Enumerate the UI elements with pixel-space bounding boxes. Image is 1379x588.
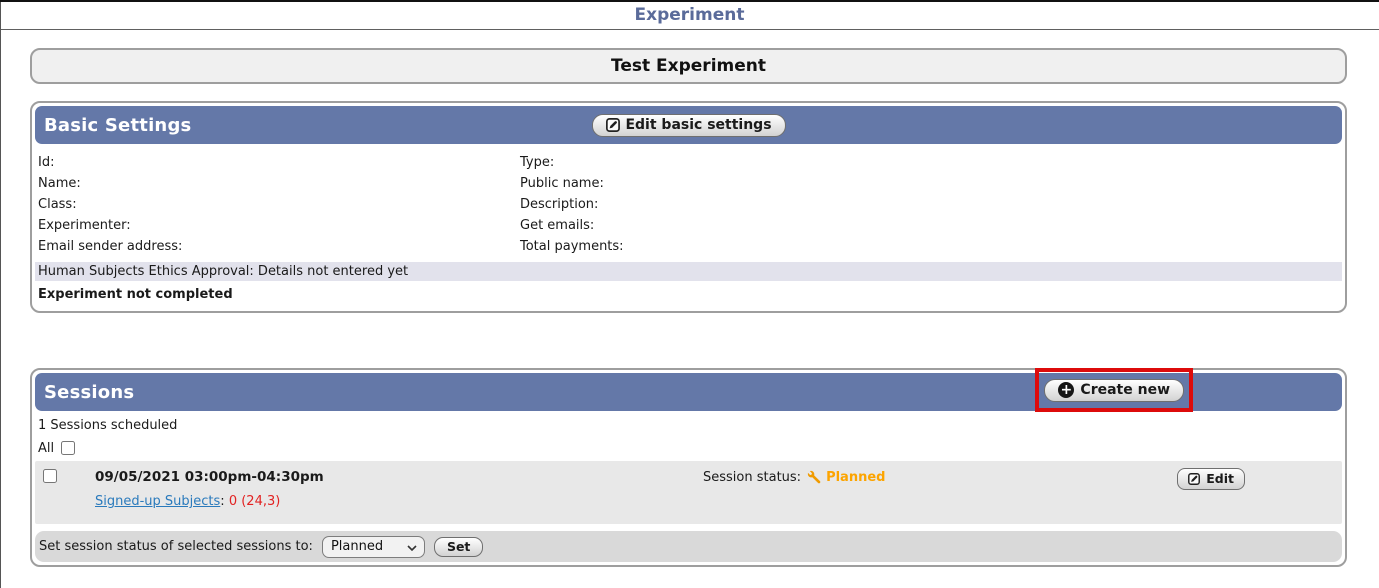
session-status: Session status: Planned bbox=[703, 470, 885, 485]
ethics-approval-note: Human Subjects Ethics Approval: Details … bbox=[35, 262, 1342, 281]
plus-circle-icon: + bbox=[1058, 382, 1074, 398]
basic-settings-fields: Id: Type: Name: Public name: Class: Desc… bbox=[35, 152, 1342, 257]
experiment-name: Test Experiment bbox=[611, 56, 766, 76]
field-label-experimenter: Experimenter: bbox=[35, 215, 517, 236]
completion-status: Experiment not completed bbox=[35, 287, 1342, 302]
edit-session-button[interactable]: Edit bbox=[1177, 468, 1245, 490]
field-label-id: Id: bbox=[35, 152, 517, 173]
session-checkbox[interactable] bbox=[43, 469, 57, 483]
set-button[interactable]: Set bbox=[434, 537, 483, 557]
session-status-value: Planned bbox=[826, 470, 885, 485]
signed-up-separator: : bbox=[220, 494, 224, 509]
edit-icon bbox=[605, 118, 619, 132]
create-new-highlight: + Create new bbox=[1035, 368, 1193, 412]
basic-settings-panel: Basic Settings Edit basic settings Id: T… bbox=[30, 101, 1347, 313]
field-label-email-sender: Email sender address: bbox=[35, 236, 517, 257]
field-label-name: Name: bbox=[35, 173, 517, 194]
sessions-header: Sessions + Create new bbox=[35, 373, 1342, 411]
basic-settings-header: Basic Settings Edit basic settings bbox=[35, 106, 1342, 144]
page-content: Test Experiment Basic Settings Edit basi… bbox=[30, 48, 1347, 567]
session-signup-line: Signed-up Subjects: 0 (24,3) bbox=[95, 493, 1342, 511]
edit-basic-settings-button[interactable]: Edit basic settings bbox=[591, 114, 785, 137]
set-button-label: Set bbox=[447, 539, 470, 554]
field-label-total-payments: Total payments: bbox=[517, 236, 1342, 257]
session-status-label: Session status: bbox=[703, 470, 801, 485]
field-label-get-emails: Get emails: bbox=[517, 215, 1342, 236]
field-label-public-name: Public name: bbox=[517, 173, 1342, 194]
sessions-title: Sessions bbox=[35, 382, 134, 403]
signed-up-count: 0 (24,3) bbox=[229, 494, 281, 509]
field-label-class: Class: bbox=[35, 194, 517, 215]
select-all-label: All bbox=[38, 441, 54, 456]
sessions-panel: Sessions + Create new 1 Sessions schedul… bbox=[30, 368, 1347, 567]
field-label-description: Description: bbox=[517, 194, 1342, 215]
page-left-border bbox=[0, 2, 1, 588]
edit-session-label: Edit bbox=[1206, 471, 1234, 486]
edit-basic-settings-label: Edit basic settings bbox=[625, 117, 771, 133]
field-label-type: Type: bbox=[517, 152, 1342, 173]
status-select-wrap: Planned bbox=[322, 536, 425, 558]
sessions-scheduled-summary: 1 Sessions scheduled bbox=[38, 417, 1342, 435]
select-all-checkbox[interactable] bbox=[61, 441, 75, 455]
edit-icon bbox=[1188, 473, 1200, 485]
set-status-label: Set session status of selected sessions … bbox=[39, 539, 313, 554]
create-new-label: Create new bbox=[1080, 382, 1170, 398]
session-row: 09/05/2021 03:00pm-04:30pm Signed-up Sub… bbox=[35, 461, 1342, 524]
create-new-button[interactable]: + Create new bbox=[1044, 379, 1184, 402]
signed-up-subjects-link[interactable]: Signed-up Subjects bbox=[95, 494, 220, 509]
basic-settings-title: Basic Settings bbox=[35, 115, 191, 136]
status-select[interactable]: Planned bbox=[322, 536, 425, 558]
wrench-icon bbox=[806, 470, 821, 485]
page-title: Experiment bbox=[0, 2, 1379, 30]
experiment-name-box: Test Experiment bbox=[30, 48, 1347, 84]
set-status-bar: Set session status of selected sessions … bbox=[35, 531, 1342, 562]
select-all-row: All bbox=[38, 440, 1342, 456]
